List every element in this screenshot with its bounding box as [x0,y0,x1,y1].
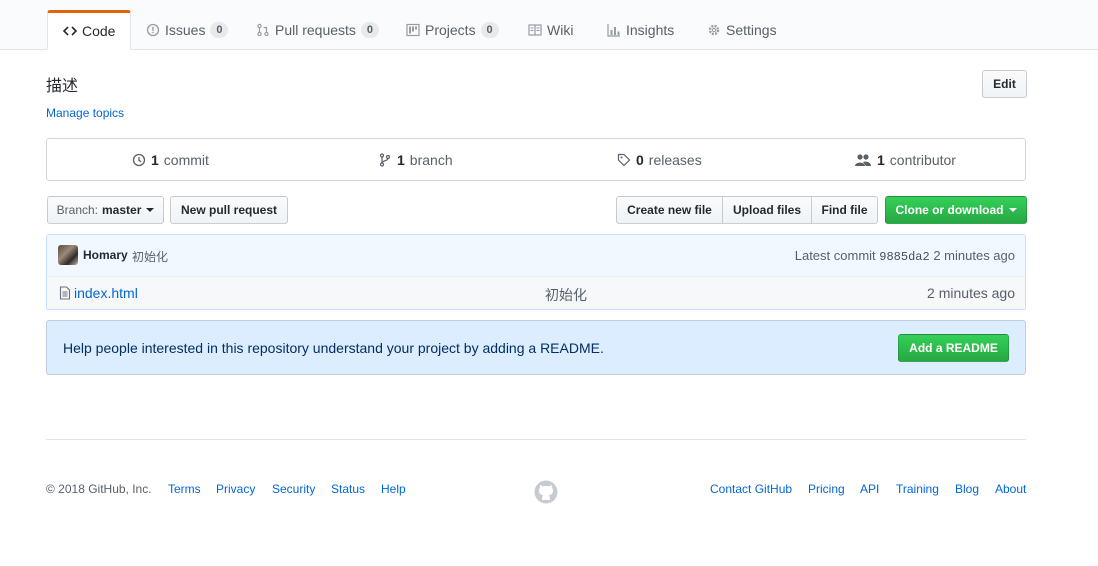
readme-banner: Help people interested in this repositor… [46,320,1026,375]
footer-divider [46,439,1026,440]
footer-link-about[interactable]: About [995,482,1026,496]
history-icon [132,153,146,167]
caret-down-icon [146,208,155,212]
file-icon [58,286,72,300]
book-icon [528,23,542,37]
tab-code[interactable]: Code [47,10,132,50]
tab-projects[interactable]: Projects 0 [391,10,514,49]
tab-label: Issues [165,21,206,38]
project-icon [406,23,420,37]
commit-author[interactable]: Homary [83,248,128,262]
repo-summary: 1 commit 1 branch 0 releases 1 contribut… [46,138,1026,181]
branch-select-button[interactable]: Branch: master [47,196,164,224]
footer-link-pricing[interactable]: Pricing [808,482,845,496]
tab-issues[interactable]: Issues 0 [131,10,243,49]
footer-link-security[interactable]: Security [272,482,315,496]
footer-link-training[interactable]: Training [896,482,939,496]
branches-summary[interactable]: 1 branch [378,139,453,180]
pull-requests-counter: 0 [360,21,379,38]
branches-label: branch [409,151,453,168]
upload-files-button[interactable]: Upload files [722,196,812,224]
clone-label: Clone or download [895,203,1004,217]
projects-counter: 0 [480,21,499,38]
edit-description-button[interactable]: Edit [982,70,1027,98]
tab-label: Code [82,23,116,39]
branch-icon [378,152,392,167]
file-actions-group: Create new file Upload files Find file [616,196,878,224]
repo-nav: Code Issues 0 Pull requests 0 Projects 0… [0,0,1098,50]
latest-commit-label: Latest commit [794,248,876,263]
people-icon [854,153,872,167]
tab-label: Settings [726,21,777,38]
clone-or-download-button[interactable]: Clone or download [885,196,1027,224]
add-readme-button[interactable]: Add a README [898,334,1009,362]
tab-insights[interactable]: Insights [592,10,689,49]
commits-count: 1 [151,151,159,168]
caret-down-icon [1008,208,1017,212]
create-new-file-button[interactable]: Create new file [616,196,723,224]
manage-topics-link[interactable]: Manage topics [46,106,124,120]
pull-request-icon [256,23,270,37]
readme-banner-text: Help people interested in this repositor… [63,340,604,356]
latest-commit-info: Latest commit 9885da2 2 minutes ago [795,248,1015,264]
footer-copyright: © 2018 GitHub, Inc. [46,482,152,496]
releases-summary[interactable]: 0 releases [617,139,702,180]
tag-icon [617,153,631,167]
footer-link-terms[interactable]: Terms [168,482,201,496]
tab-settings[interactable]: Settings [692,10,792,49]
issue-icon [146,23,160,37]
avatar[interactable] [58,245,78,265]
tab-label: Wiki [547,21,574,38]
tab-wiki[interactable]: Wiki [513,10,588,49]
tab-pull-requests[interactable]: Pull requests 0 [241,10,394,49]
footer-link-blog[interactable]: Blog [955,482,979,496]
contributors-count: 1 [877,151,885,168]
footer-link-api[interactable]: API [860,482,879,496]
new-pull-request-button[interactable]: New pull request [170,196,288,224]
code-icon [63,24,77,38]
commits-label: commit [163,151,209,168]
tab-label: Projects [425,21,476,38]
branch-name: master [102,203,142,217]
branches-count: 1 [397,151,405,168]
footer-link-status[interactable]: Status [331,482,365,496]
footer-link-help[interactable]: Help [381,482,406,496]
file-name-link[interactable]: index.html [74,285,138,301]
issues-counter: 0 [210,21,229,38]
contributors-summary[interactable]: 1 contributor [854,139,956,180]
footer-link-privacy[interactable]: Privacy [216,482,255,496]
gear-icon [707,23,721,37]
tab-label: Pull requests [275,21,356,38]
commit-age: 2 minutes ago [933,248,1015,263]
contributors-label: contributor [889,151,956,168]
table-row: index.html 初始化 2 minutes ago [46,276,1026,310]
graph-icon [607,23,621,37]
commit-sha[interactable]: 9885da2 [879,250,929,264]
tab-label: Insights [626,21,675,38]
latest-commit-bar: Homary 初始化 Latest commit 9885da2 2 minut… [46,234,1026,277]
branch-prefix: Branch: [56,203,98,217]
file-commit-message[interactable]: 初始化 [545,285,587,305]
commits-summary[interactable]: 1 commit [132,139,209,180]
file-age: 2 minutes ago [927,285,1015,301]
github-mark-icon[interactable] [534,480,558,504]
find-file-button[interactable]: Find file [811,196,878,224]
repo-description: 描述 [46,78,79,95]
releases-label: releases [648,151,702,168]
releases-count: 0 [636,151,644,168]
footer-link-contact[interactable]: Contact GitHub [710,482,792,496]
commit-message[interactable]: 初始化 [132,248,168,265]
